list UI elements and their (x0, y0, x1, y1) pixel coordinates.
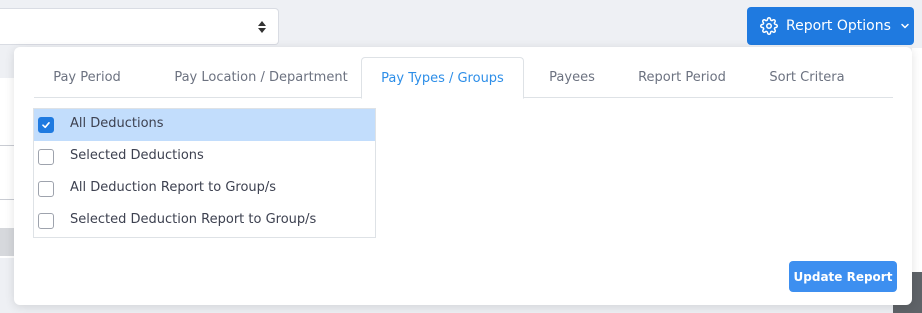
list-item[interactable]: All Deductions (34, 109, 375, 141)
list-item[interactable]: Selected Deductions (34, 141, 375, 173)
tab-pay-types-groups[interactable]: Pay Types / Groups (361, 57, 524, 99)
tab-label: Pay Types / Groups (381, 70, 504, 86)
report-options-label: Report Options (786, 18, 891, 34)
list-item[interactable]: All Deduction Report to Group/s (34, 173, 375, 205)
checkbox[interactable] (38, 117, 54, 133)
list-item-label: Selected Deduction Report to Group/s (70, 212, 317, 227)
tab-payees[interactable]: Payees (534, 57, 610, 98)
tab-label: Pay Location / Department (174, 70, 348, 85)
gear-icon (760, 17, 778, 35)
tab-label: Report Period (638, 70, 726, 85)
tab-label: Sort Critera (769, 70, 845, 85)
checkbox[interactable] (38, 149, 54, 165)
report-options-panel: Pay Period Pay Location / Department Pay… (14, 47, 912, 305)
background-select[interactable] (0, 8, 279, 45)
tab-sort-criteria[interactable]: Sort Critera (754, 57, 860, 98)
chevron-down-icon (900, 21, 910, 31)
checkbox[interactable] (38, 213, 54, 229)
list-item-label: All Deduction Report to Group/s (70, 180, 277, 195)
tab-label: Pay Period (53, 70, 121, 85)
divider (0, 199, 14, 200)
list-item-label: Selected Deductions (70, 148, 204, 163)
report-options-button[interactable]: Report Options (747, 7, 914, 45)
list-item[interactable]: Selected Deduction Report to Group/s (34, 205, 375, 237)
tab-pay-period[interactable]: Pay Period (34, 57, 140, 98)
divider (0, 145, 14, 146)
tab-report-period[interactable]: Report Period (626, 57, 738, 98)
deduction-options-list: All Deductions Selected Deductions All D… (33, 108, 376, 238)
tab-pay-location-department[interactable]: Pay Location / Department (152, 57, 370, 98)
tab-label: Payees (549, 70, 595, 85)
list-item-label: All Deductions (70, 116, 164, 131)
background-row (0, 228, 14, 256)
report-options-tabs: Pay Period Pay Location / Department Pay… (34, 57, 893, 99)
update-report-button[interactable]: Update Report (789, 261, 897, 292)
checkbox[interactable] (38, 181, 54, 197)
select-arrows-icon (258, 19, 266, 35)
